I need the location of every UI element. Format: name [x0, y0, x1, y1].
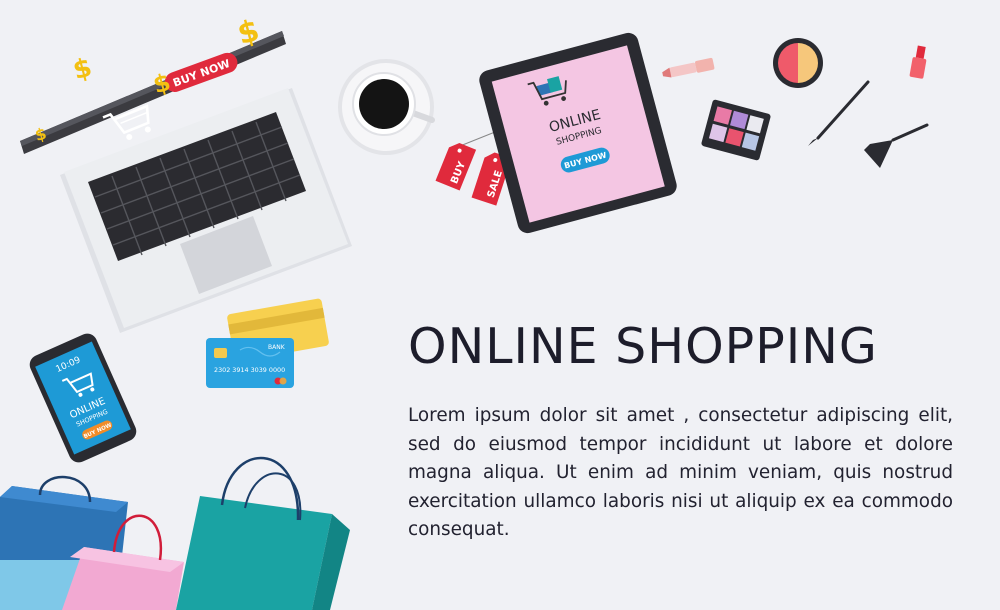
credit-card-front: BANK 2302 3914 3039 0000 — [206, 338, 294, 388]
card-number: 2302 3914 3039 0000 — [214, 366, 285, 374]
laptop-buy-now-button[interactable]: BUY NOW — [162, 50, 240, 95]
tablet: ONLINE SHOPPING BUY NOW — [479, 32, 677, 234]
compact-powder-icon — [773, 38, 823, 88]
dollar-icon: $ — [70, 53, 95, 87]
coffee-cup — [338, 59, 435, 155]
lipstick-icon — [662, 57, 715, 78]
dollar-icon: $ — [234, 13, 263, 52]
body-text: Lorem ipsum dolor sit amet , consectetur… — [408, 405, 953, 540]
card-bank-label: BANK — [268, 344, 286, 351]
smartphone: 10:09 ONLINE SHOPPING BUY NOW — [29, 333, 137, 463]
shopping-bag-teal — [176, 456, 350, 610]
headline: ONLINE SHOPPING — [408, 318, 878, 375]
laptop: BUY NOW $ $ $ $ — [20, 13, 352, 333]
shopping-bags — [0, 456, 350, 610]
nail-polish-icon — [909, 45, 927, 79]
eyeshadow-palette-icon — [701, 99, 771, 161]
makeup-brush-icon — [808, 80, 929, 168]
